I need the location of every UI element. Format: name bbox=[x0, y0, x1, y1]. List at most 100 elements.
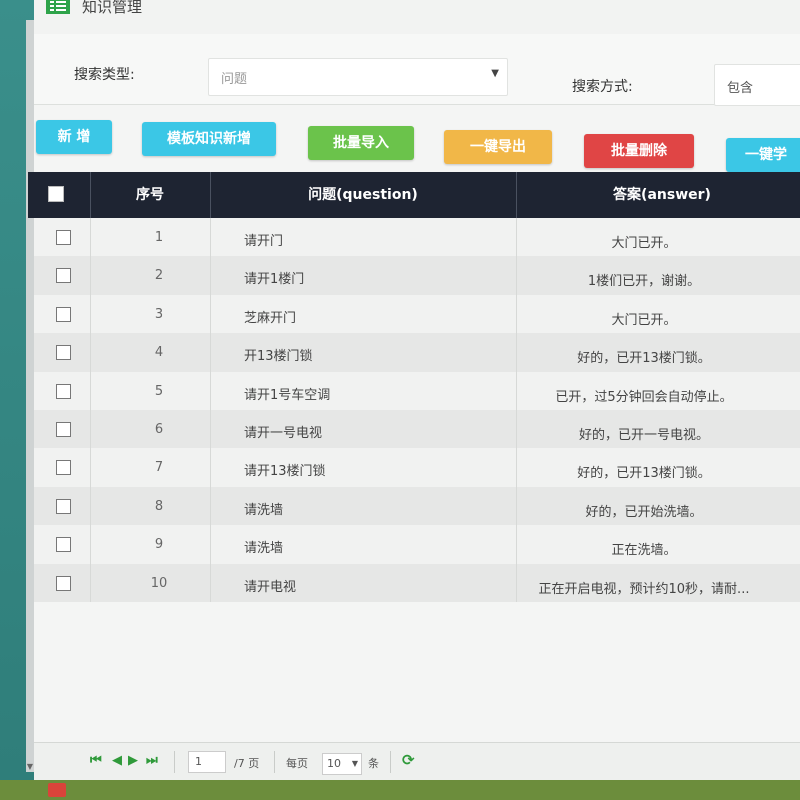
knowledge-table: 序号 问题(question) 答案(answer) 1 请开门 大门已开。 2 请开1… bbox=[28, 172, 800, 603]
table-row[interactable]: 6 请开一号电视 好的，已开一号电视。 bbox=[34, 410, 800, 449]
scroll-down-arrow-icon[interactable]: ▼ bbox=[26, 762, 34, 772]
column-divider bbox=[210, 218, 211, 602]
row-checkbox[interactable] bbox=[56, 460, 71, 476]
export-all-button[interactable]: 一键导出 bbox=[444, 130, 552, 164]
batch-import-button[interactable]: 批量导入 bbox=[308, 126, 414, 160]
row-answer: 已开，过5分钟回会自动停止。 bbox=[555, 389, 733, 405]
col-header-question[interactable]: 问题(question) bbox=[210, 172, 516, 218]
row-question: 请洗墙 bbox=[244, 502, 284, 518]
per-page-select[interactable]: 10 ▼ bbox=[322, 753, 362, 775]
per-page-label: 每页 bbox=[286, 757, 308, 770]
taskbar bbox=[0, 780, 800, 800]
row-checkbox[interactable] bbox=[56, 230, 71, 245]
col-header-no[interactable]: 序号 bbox=[90, 172, 210, 218]
row-answer: 好的，已开一号电视。 bbox=[578, 428, 709, 443]
row-checkbox[interactable] bbox=[56, 575, 71, 591]
row-answer: 正在洗墙。 bbox=[611, 543, 677, 559]
prev-page-icon[interactable]: ◀ bbox=[112, 753, 122, 768]
table-row[interactable]: 2 请开1楼门 1楼们已开，谢谢。 bbox=[34, 256, 800, 296]
app-icon[interactable] bbox=[48, 783, 66, 797]
knowledge-window: 知识管理 搜索类型: 问题 ▼ 搜索方式: 包含 新 增 模板知识新增 批量导入… bbox=[28, 0, 800, 781]
row-answer: 好的，已开13楼门锁。 bbox=[577, 466, 711, 482]
row-checkbox[interactable] bbox=[56, 383, 71, 399]
row-question: 请洗墙 bbox=[244, 541, 284, 557]
first-page-icon[interactable]: ⏮ bbox=[90, 753, 102, 768]
per-page-unit: 条 bbox=[368, 757, 379, 770]
row-answer: 1楼们已开，谢谢。 bbox=[587, 274, 701, 290]
row-question: 请开门 bbox=[244, 234, 284, 249]
row-question: 开13楼门锁 bbox=[244, 349, 313, 365]
row-number: 3 bbox=[154, 306, 164, 322]
select-all-checkbox[interactable] bbox=[48, 186, 64, 202]
search-type-value: 问题 bbox=[221, 72, 248, 87]
list-icon bbox=[46, 0, 70, 14]
last-page-icon[interactable]: ⏭ bbox=[146, 753, 158, 768]
search-type-label: 搜索类型: bbox=[74, 67, 135, 83]
table-row[interactable]: 1 请开门 大门已开。 bbox=[34, 218, 800, 257]
row-question: 请开1号车空调 bbox=[244, 387, 331, 403]
table-row[interactable]: 7 请开13楼门锁 好的，已开13楼门锁。 bbox=[34, 448, 800, 488]
filter-bar: 搜索类型: 问题 ▼ 搜索方式: 包含 bbox=[34, 34, 800, 106]
add-button[interactable]: 新 增 bbox=[36, 120, 112, 154]
table-row[interactable]: 4 开13楼门锁 好的，已开13楼门锁。 bbox=[34, 333, 800, 373]
template-add-button[interactable]: 模板知识新增 bbox=[142, 122, 276, 156]
row-checkbox[interactable] bbox=[56, 268, 71, 284]
row-question: 请开一号电视 bbox=[244, 426, 323, 441]
row-number: 2 bbox=[154, 268, 164, 284]
row-answer: 好的，已开始洗墙。 bbox=[585, 504, 703, 520]
row-answer: 正在开启电视，预计约10秒，请耐... bbox=[538, 581, 750, 597]
per-page-value: 10 bbox=[327, 757, 341, 770]
screen: ▼ 知识管理 搜索类型: 问题 ▼ 搜索方式: 包含 新 增 模板知识新增 批量… bbox=[0, 0, 800, 800]
row-number: 5 bbox=[154, 383, 164, 399]
one-click-learn-button[interactable]: 一键学 bbox=[726, 138, 800, 172]
search-method-value: 包含 bbox=[727, 81, 754, 96]
row-checkbox[interactable] bbox=[56, 537, 71, 553]
row-number: 1 bbox=[154, 230, 164, 245]
row-answer: 大门已开。 bbox=[611, 236, 677, 251]
row-checkbox[interactable] bbox=[56, 306, 71, 322]
pager-divider bbox=[390, 751, 391, 773]
row-number: 9 bbox=[154, 537, 164, 553]
row-checkbox[interactable] bbox=[56, 345, 71, 361]
pagination-bar: ⏮ ◀ ▶ ⏭ 1 /7 页 每页 10 ▼ 条 ⟳ bbox=[34, 742, 800, 781]
row-checkbox[interactable] bbox=[56, 422, 71, 437]
row-question: 请开13楼门锁 bbox=[244, 464, 326, 480]
table-row[interactable]: 5 请开1号车空调 已开，过5分钟回会自动停止。 bbox=[34, 371, 800, 411]
row-checkbox[interactable] bbox=[56, 498, 71, 514]
row-question: 芝麻开门 bbox=[244, 310, 297, 326]
left-scrollbar[interactable]: ▼ bbox=[26, 20, 34, 772]
table-row[interactable]: 3 芝麻开门 大门已开。 bbox=[34, 294, 800, 334]
batch-delete-button[interactable]: 批量删除 bbox=[584, 134, 694, 168]
window-title: 知识管理 bbox=[82, 0, 143, 16]
page-number-input[interactable]: 1 bbox=[188, 751, 226, 773]
page-number-value: 1 bbox=[195, 755, 202, 768]
table-row[interactable]: 10 请开电视 正在开启电视，预计约10秒，请耐... bbox=[34, 563, 800, 603]
refresh-icon[interactable]: ⟳ bbox=[402, 751, 415, 769]
column-divider bbox=[516, 218, 517, 602]
row-question: 请开电视 bbox=[244, 579, 297, 595]
col-header-answer[interactable]: 答案(answer) bbox=[516, 172, 800, 218]
search-method-label: 搜索方式: bbox=[572, 79, 633, 95]
table-row[interactable]: 8 请洗墙 好的，已开始洗墙。 bbox=[34, 486, 800, 526]
chevron-down-icon: ▼ bbox=[351, 759, 358, 768]
row-answer: 好的，已开13楼门锁。 bbox=[577, 351, 711, 367]
pager-divider bbox=[274, 751, 275, 773]
row-number: 8 bbox=[154, 498, 164, 514]
chevron-down-icon: ▼ bbox=[491, 68, 499, 79]
row-number: 7 bbox=[154, 460, 164, 476]
total-pages-text: /7 页 bbox=[234, 757, 260, 770]
search-method-select[interactable]: 包含 bbox=[714, 64, 800, 106]
next-page-icon[interactable]: ▶ bbox=[128, 753, 138, 768]
search-type-select[interactable]: 问题 ▼ bbox=[208, 58, 508, 96]
row-answer: 大门已开。 bbox=[611, 312, 677, 328]
column-divider bbox=[90, 218, 91, 602]
pager-divider bbox=[174, 751, 175, 773]
empty-area bbox=[34, 602, 800, 742]
row-number: 10 bbox=[150, 575, 168, 591]
row-number: 4 bbox=[154, 345, 164, 361]
title-bar: 知识管理 bbox=[34, 0, 800, 34]
table-header: 序号 问题(question) 答案(answer) bbox=[28, 172, 800, 218]
row-question: 请开1楼门 bbox=[244, 272, 305, 288]
table-row[interactable]: 9 请洗墙 正在洗墙。 bbox=[34, 525, 800, 565]
row-number: 6 bbox=[154, 422, 164, 437]
